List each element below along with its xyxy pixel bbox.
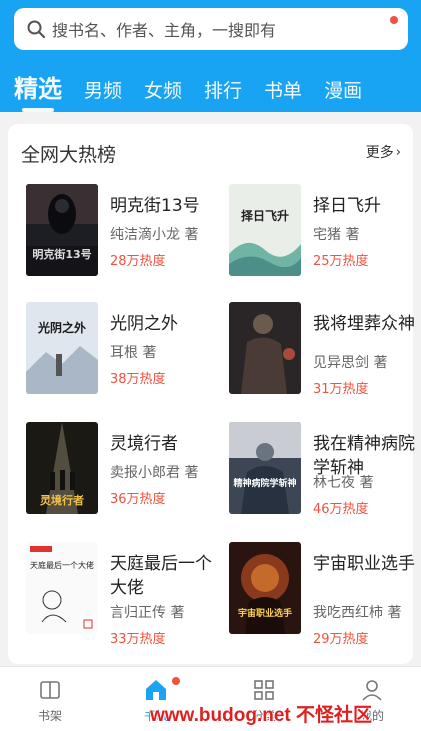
notification-dot xyxy=(390,16,398,24)
book-item[interactable]: 择日飞升 择日飞升 宅猪 著 25万热度 xyxy=(229,184,421,284)
book-cover: 明克街13号 xyxy=(26,184,98,276)
notification-dot xyxy=(172,677,180,685)
book-item[interactable]: 明克街13号 明克街13号 纯洁滴小龙 著 28万热度 xyxy=(26,184,226,284)
cover-title: 光阴之外 xyxy=(37,320,86,335)
book-author: 耳根 著 xyxy=(110,345,157,361)
search-icon xyxy=(27,20,46,39)
tab-ranking[interactable]: 排行 xyxy=(204,78,242,104)
book-item[interactable]: 光阴之外 光阴之外 耳根 著 38万热度 xyxy=(26,302,226,402)
tab-male[interactable]: 男频 xyxy=(84,78,122,104)
book-author: 卖报小郎君 著 xyxy=(110,465,199,481)
book-heat: 36万热度 xyxy=(110,492,166,507)
book-cover: 天庭最后一个大佬 xyxy=(26,542,98,634)
more-link[interactable]: 更多 › xyxy=(366,142,401,162)
book-title: 灵境行者 xyxy=(110,434,178,454)
book-author: 我吃西红柿 著 xyxy=(313,605,402,621)
cover-title: 宇宙职业选手 xyxy=(238,607,292,619)
cover-title: 精神病院学斩神 xyxy=(233,477,296,489)
book-title: 光阴之外 xyxy=(110,314,178,334)
book-author: 纯洁滴小龙 著 xyxy=(110,227,199,243)
book-heat: 38万热度 xyxy=(110,372,166,387)
top-header: 搜书名、作者、主角，一搜即有 精选 男频 女频 排行 书单 漫画 xyxy=(0,0,421,112)
book-author: 宅猪 著 xyxy=(313,227,360,243)
more-label: 更多 xyxy=(365,145,394,161)
chevron-right-icon: › xyxy=(395,144,401,160)
search-placeholder: 搜书名、作者、主角，一搜即有 xyxy=(52,21,277,40)
book-title: 宇宙职业选手 xyxy=(313,554,415,574)
book-heat: 28万热度 xyxy=(110,254,166,269)
cover-title: 明克街13号 xyxy=(32,247,91,261)
book-heat: 25万热度 xyxy=(313,254,369,269)
book-cover xyxy=(229,302,301,394)
watermark: www.budog.net 不怪社区 xyxy=(150,705,372,726)
book-cover: 精神病院学斩神 xyxy=(229,422,301,514)
book-title: 我将埋葬众神 xyxy=(313,314,415,334)
book-title: 择日飞升 xyxy=(313,196,381,216)
tab-booklist[interactable]: 书单 xyxy=(264,78,302,104)
cover-title: 灵境行者 xyxy=(40,493,84,507)
nav-bookshelf[interactable]: 书架 xyxy=(20,677,80,724)
book-author: 言归正传 著 xyxy=(110,605,185,621)
book-author: 见异思剑 著 xyxy=(313,355,388,371)
cover-title: 择日飞升 xyxy=(241,208,289,223)
book-heat: 31万热度 xyxy=(313,382,369,397)
book-item[interactable]: 精神病院学斩神 我在精神病院学斩神 林七夜 著 46万热度 xyxy=(229,422,421,522)
book-item[interactable]: 宇宙职业选手 宇宙职业选手 我吃西红柿 著 29万热度 xyxy=(229,542,421,647)
book-title: 天庭最后一个大佬 xyxy=(110,554,212,598)
book-cover: 光阴之外 xyxy=(26,302,98,394)
tab-comics[interactable]: 漫画 xyxy=(324,78,362,104)
book-cover: 择日飞升 xyxy=(229,184,301,276)
category-tabs: 精选 男频 女频 排行 书单 漫画 xyxy=(14,64,384,112)
cover-title: 天庭最后一个大佬 xyxy=(30,560,94,570)
bookshelf-icon xyxy=(40,681,60,699)
book-item[interactable]: 天庭最后一个大佬 天庭最后一个大佬 言归正传 著 33万热度 xyxy=(26,542,226,647)
book-author: 林七夜 著 xyxy=(313,475,374,491)
book-heat: 33万热度 xyxy=(110,632,166,647)
book-heat: 46万热度 xyxy=(313,502,369,517)
hot-list-panel: 全网大热榜 更多 › 明克街13号 明克街13号 纯洁滴小龙 著 28万热度 择… xyxy=(8,124,415,664)
search-bar[interactable]: 搜书名、作者、主角，一搜即有 xyxy=(14,8,408,50)
tab-female[interactable]: 女频 xyxy=(144,78,182,104)
book-cover: 灵境行者 xyxy=(26,422,98,514)
book-title: 明克街13号 xyxy=(110,196,200,216)
book-cover: 宇宙职业选手 xyxy=(229,542,301,634)
tab-featured[interactable]: 精选 xyxy=(14,74,62,112)
book-item[interactable]: 我将埋葬众神 见异思剑 著 31万热度 xyxy=(229,302,421,402)
book-item[interactable]: 灵境行者 灵境行者 卖报小郎君 著 36万热度 xyxy=(26,422,226,522)
nav-label: 书架 xyxy=(37,709,62,723)
section-title: 全网大热榜 xyxy=(21,144,117,166)
book-heat: 29万热度 xyxy=(313,632,369,647)
